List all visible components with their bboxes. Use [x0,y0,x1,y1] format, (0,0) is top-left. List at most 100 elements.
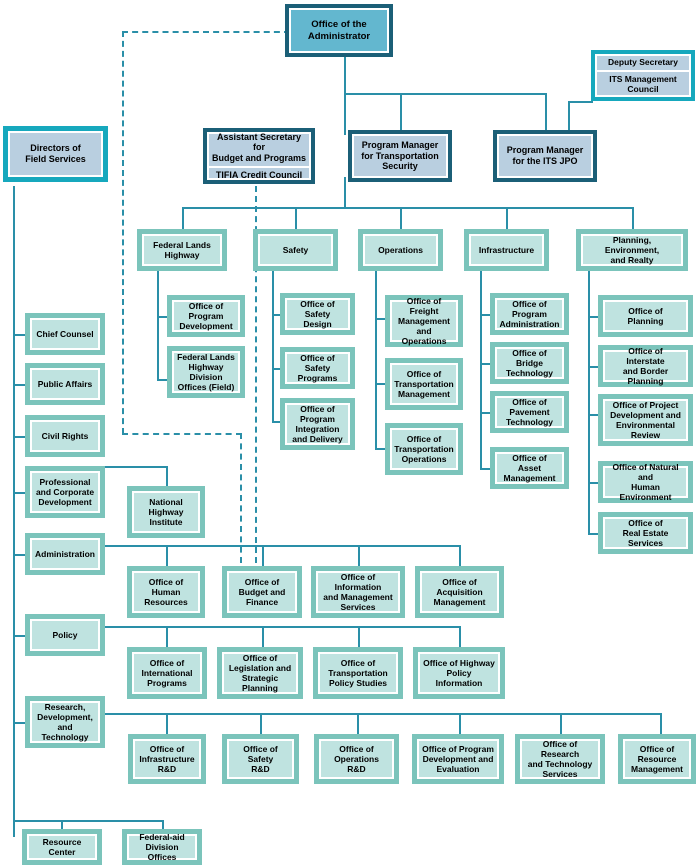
node-office[interactable]: Office of Interstate and Border Planning [598,345,693,387]
stub-pl-3 [588,414,598,416]
office-line-2: Human Environment [619,482,672,503]
node-deputy-secretary-its-council[interactable]: Deputy Secretary ITS Management Council [591,50,695,101]
tifia-label: TIFIA Credit Council [215,169,303,180]
office-line-3: Evaluation [436,764,480,774]
office-line-1: Office of [242,652,278,663]
node-office[interactable]: Office of Transportation Policy Studies [313,647,403,699]
office-line-1: Federal-aid [139,831,185,842]
node-office[interactable]: Office of Asset Management [490,447,569,489]
node-office[interactable]: Office of Safety R&D [222,734,299,784]
node-division-planning-environment-realty[interactable]: Planning, Environment, and Realty [576,229,688,271]
office-line-3: Resources [144,597,188,607]
node-office[interactable]: Office of Safety Design [280,293,355,335]
office-line-3: and Delivery [292,434,343,445]
node-directors-of-field-services[interactable]: Directors of Field Services [3,126,108,182]
pm-jpo-line-1: Program Manager [506,145,584,156]
operations-label: Operations [378,244,423,255]
drop-rdt-4 [459,713,461,734]
office-line-1: Office of [340,657,376,668]
node-staff-office-professional-corporate-development[interactable]: Professional and Corporate Development [25,466,105,518]
node-staff-office-administration[interactable]: Administration [25,533,105,575]
office-line-2: Safety Design [303,309,332,330]
node-division-safety[interactable]: Safety [253,229,338,271]
node-assistant-secretary-budget-programs[interactable]: Assistant Secretary for Budget and Progr… [203,128,315,184]
stub-flh-2 [157,379,167,381]
office-line-3: Operations [401,454,447,464]
office-line-2: Management [398,316,450,326]
node-office-of-administrator[interactable]: Office of the Administrator [285,4,393,57]
drop-rdt-3 [357,713,359,734]
node-office[interactable]: Office of Transportation Management [385,358,463,410]
node-office[interactable]: Office of Highway Policy Information [413,647,505,699]
node-office[interactable]: Office of Project Development and Enviro… [598,394,693,446]
node-office[interactable]: Office of Budget and Finance [222,566,302,618]
office-line-1: Office of Highway [423,657,495,668]
node-office[interactable]: Office of International Programs [127,647,207,699]
office-line-2: and Corporate [35,486,95,497]
node-office[interactable]: Office of Bridge Technology [490,342,569,384]
office-line-1: Office of Freight [406,295,442,316]
node-office[interactable]: Office of Resource Management [618,734,696,784]
office-line-1: Administration [35,548,95,559]
office-line-1: Office of [244,576,280,587]
stub-pl-4 [588,482,598,484]
node-pm-its-jpo[interactable]: Program Manager for the ITS JPO [493,130,597,182]
node-office[interactable]: Office of Research and Technology Servic… [515,734,605,784]
pm-sec-line-2: for Transportation [361,150,439,161]
node-office[interactable]: Office of Operations R&D [314,734,399,784]
drop-policy-4 [459,626,461,647]
stub-pl-2 [588,366,598,368]
office-line-1: Office of Information [334,571,382,592]
office-line-2: Transportation [394,443,454,454]
office-line-1: Office of Program [512,298,547,319]
node-office[interactable]: Office of Legislation and Strategic Plan… [217,647,303,699]
node-office[interactable]: Office of Acquisition Management [415,566,504,618]
node-office[interactable]: Office of Infrastructure R&D [128,734,206,784]
node-resource-center[interactable]: Resource Center [22,829,102,865]
office-line-1: National [149,496,183,507]
node-national-highway-institute[interactable]: National Highway Institute [127,486,205,538]
office-line-3: Management [433,597,486,607]
node-office[interactable]: Office of Pavement Technology [490,391,569,433]
node-staff-office-civil-rights[interactable]: Civil Rights [25,415,105,457]
node-division-infrastructure[interactable]: Infrastructure [464,229,549,271]
rail-planning [588,270,590,534]
office-line-3: Offices (Field) [177,382,235,393]
node-division-federal-lands-highway[interactable]: Federal Lands Highway [137,229,227,271]
node-pm-transportation-security[interactable]: Program Manager for Transportation Secur… [348,130,452,182]
office-line-1: Office of Project [612,399,679,410]
node-federal-aid-division-offices[interactable]: Federal-aid Division Offices [122,829,202,865]
node-staff-office-chief-counsel[interactable]: Chief Counsel [25,313,105,355]
node-division-operations[interactable]: Operations [358,229,443,271]
office-line-1: Office of [339,743,374,754]
office-line-3: Finance [245,597,279,607]
node-office[interactable]: Office of Program Development and Evalua… [412,734,504,784]
office-line-1: Research, [44,701,86,712]
node-office[interactable]: Office of Program Development [167,295,245,337]
stub-inf-3 [480,412,490,414]
stub-pl-5 [588,533,598,535]
node-office[interactable]: Office of Transportation Operations [385,423,463,475]
node-office[interactable]: Office of Safety Programs [280,347,355,389]
node-office[interactable]: Office of Program Integration and Delive… [280,398,355,450]
node-office[interactable]: Office of Natural and Human Environment [598,461,693,503]
node-office[interactable]: Office of Real Estate Services [598,512,693,554]
stub-flh-1 [157,316,167,318]
node-office[interactable]: Federal Lands Highway Division Offices (… [167,346,245,398]
node-office[interactable]: Office of Information and Management Ser… [311,566,405,618]
node-office[interactable]: Office of Freight Management and Operati… [385,295,463,347]
connector-admin-to-bus [344,177,346,208]
node-office[interactable]: Office of Human Resources [127,566,205,618]
planning-line-2: and Realty [610,255,654,266]
asst-sec-line-2: Budget and Programs [212,153,307,163]
drop-policy-1 [166,626,168,647]
node-office[interactable]: Office of Planning [598,295,693,337]
office-line-3: R&D [251,764,270,774]
node-staff-office-policy[interactable]: Policy [25,614,105,656]
node-staff-office-public-affairs[interactable]: Public Affairs [25,363,105,405]
node-office[interactable]: Office of Program Administration [490,293,569,335]
drop-admin-3 [358,545,360,566]
stub-staff-5 [13,554,25,556]
node-staff-office-research-development-technology[interactable]: Research, Development, and Technology [25,696,105,748]
dashed-left-to-budget [122,433,242,435]
